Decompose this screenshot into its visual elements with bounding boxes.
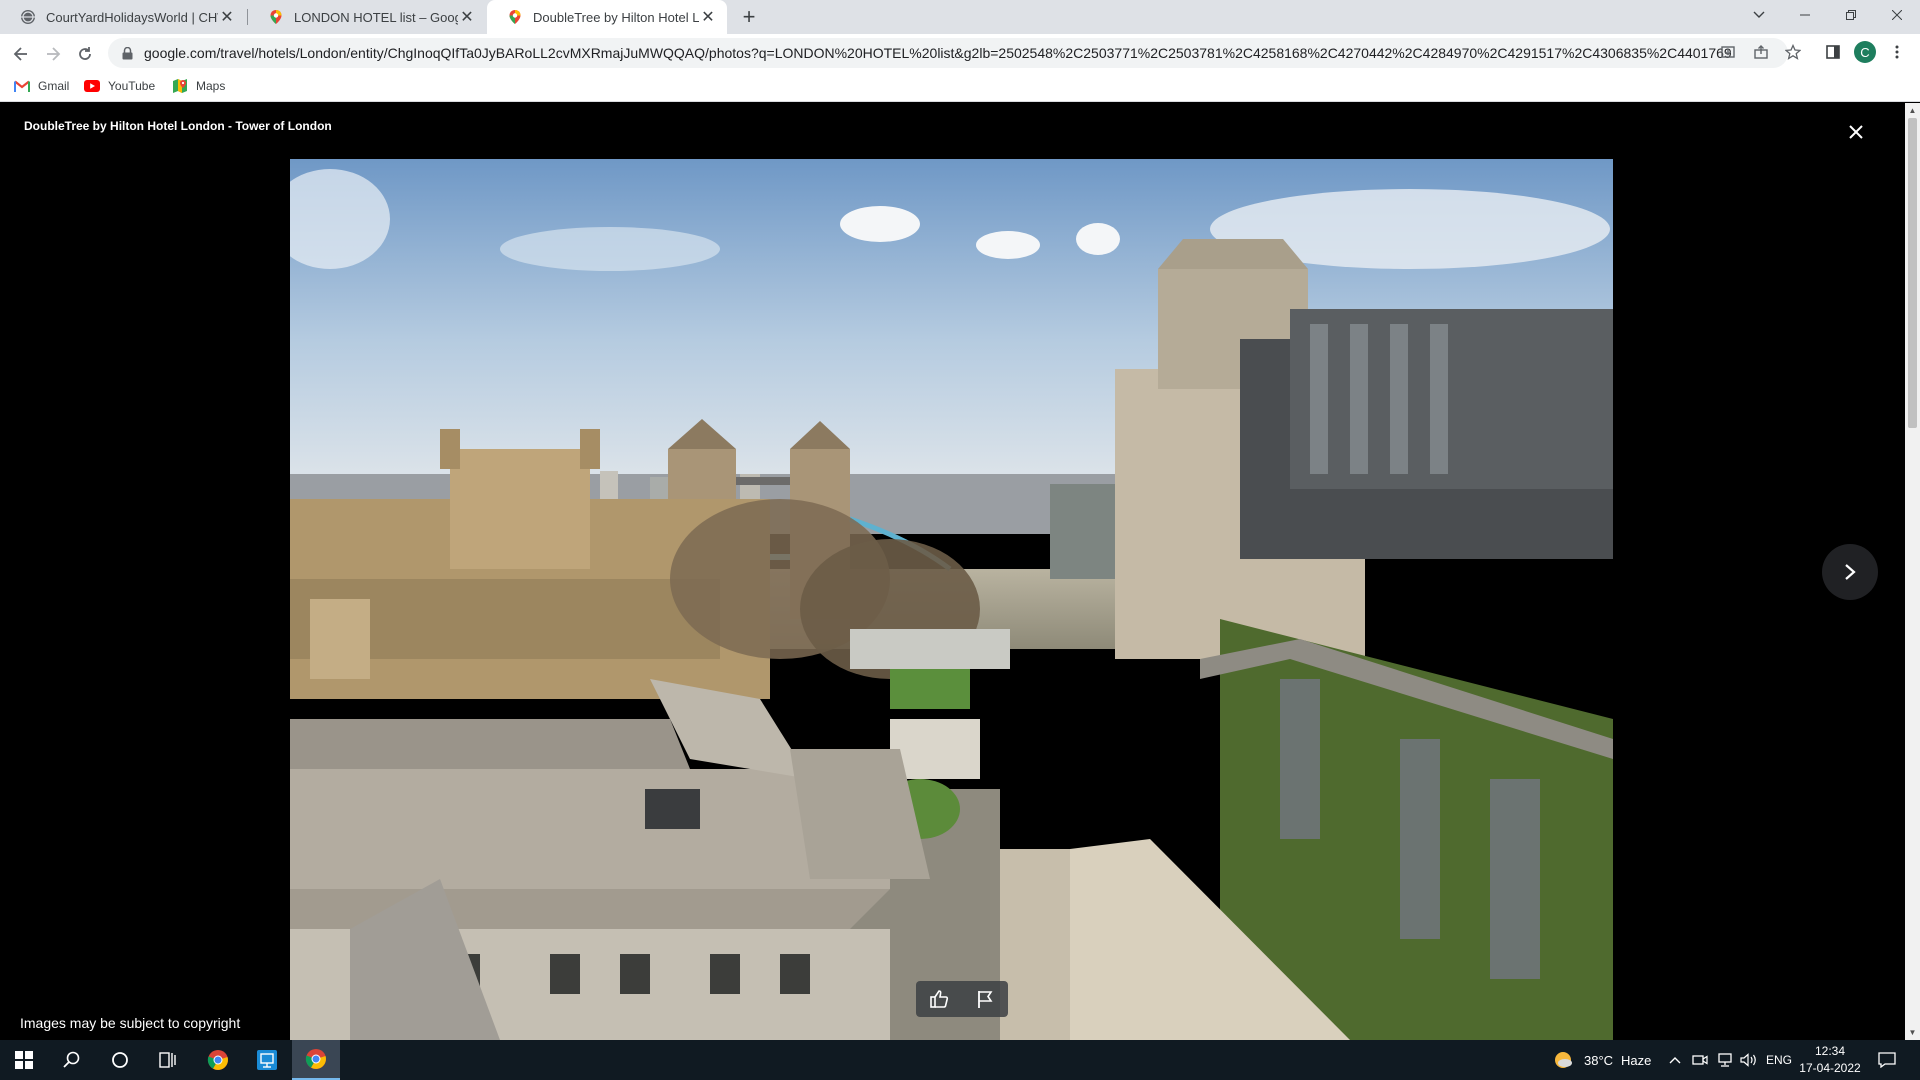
bookmark-maps[interactable]: Maps	[172, 78, 225, 94]
tab-strip: CourtYardHolidaysWorld | CHW ✕ LONDON HO…	[0, 0, 1920, 34]
photo-actions	[916, 981, 1008, 1017]
page-scrollbar[interactable]: ▲ ▼	[1905, 103, 1920, 1040]
flag-icon[interactable]	[971, 985, 999, 1013]
viewer-title: DoubleTree by Hilton Hotel London - Towe…	[24, 119, 332, 133]
restore-icon[interactable]	[1828, 0, 1874, 30]
tab-london-hotel-list[interactable]: LONDON HOTEL list – Google Ho ✕	[248, 0, 486, 34]
chrome-icon[interactable]	[194, 1040, 242, 1080]
volume-icon[interactable]	[1740, 1040, 1758, 1080]
scroll-thumb[interactable]	[1908, 118, 1917, 428]
gmail-icon	[14, 78, 30, 94]
bookmark-star-icon[interactable]	[1782, 41, 1804, 63]
scroll-up-arrow-icon[interactable]: ▲	[1905, 103, 1920, 118]
bookmark-youtube[interactable]: YouTube	[84, 78, 155, 94]
share-icon[interactable]	[1750, 41, 1772, 63]
weather-desc: Haze	[1621, 1052, 1652, 1068]
chrome-active-icon[interactable]	[292, 1040, 340, 1080]
close-tab-icon[interactable]: ✕	[699, 8, 717, 26]
task-view-icon[interactable]	[144, 1040, 192, 1080]
address-bar[interactable]: google.com/travel/hotels/London/entity/C…	[108, 38, 1788, 68]
close-viewer-icon[interactable]	[1843, 119, 1869, 145]
youtube-icon	[84, 78, 100, 94]
bookmark-label: Gmail	[38, 79, 70, 93]
menu-kebab-icon[interactable]	[1886, 41, 1908, 63]
clock-date: 17-04-2022	[1799, 1061, 1861, 1075]
system-clock[interactable]: 12:34 17-04-2022	[1798, 1043, 1862, 1077]
tab-title: LONDON HOTEL list – Google Ho	[294, 9, 458, 25]
tab-search-icon[interactable]	[1736, 0, 1782, 30]
copyright-notice: Images may be subject to copyright	[20, 1015, 241, 1031]
weather-temp: 38°C	[1584, 1052, 1614, 1068]
close-window-icon[interactable]	[1874, 0, 1920, 30]
globe-icon	[20, 9, 36, 25]
reload-icon[interactable]	[72, 41, 98, 67]
weather-sun-icon	[1552, 1049, 1574, 1071]
thumbs-up-icon[interactable]	[925, 985, 953, 1013]
network-app-icon[interactable]	[243, 1040, 291, 1080]
language-indicator[interactable]: ENG	[1766, 1040, 1792, 1080]
google-travel-icon	[268, 9, 284, 25]
notifications-icon[interactable]	[1878, 1040, 1896, 1080]
bookmark-label: YouTube	[108, 79, 156, 93]
weather-widget[interactable]: 38°C Haze	[1552, 1040, 1651, 1080]
tab-doubletree[interactable]: DoubleTree by Hilton Hotel Lond ✕	[487, 0, 727, 34]
search-icon[interactable]	[48, 1040, 96, 1080]
install-app-icon[interactable]	[1717, 41, 1739, 63]
bookmark-label: Maps	[196, 79, 226, 93]
new-tab-button[interactable]: +	[736, 4, 762, 30]
profile-avatar[interactable]: C	[1854, 41, 1876, 63]
maps-icon	[172, 78, 188, 94]
close-tab-icon[interactable]: ✕	[218, 8, 236, 26]
photo-illustration	[290, 159, 1613, 1040]
back-arrow-icon[interactable]	[8, 41, 34, 67]
tab-courtyard[interactable]: CourtYardHolidaysWorld | CHW ✕	[0, 0, 246, 34]
photo-viewer: DoubleTree by Hilton Hotel London - Towe…	[0, 103, 1905, 1040]
bookmark-gmail[interactable]: Gmail	[14, 78, 69, 94]
windows-start-icon[interactable]	[0, 1040, 48, 1080]
meet-now-icon[interactable]	[1692, 1040, 1708, 1080]
browser-toolbar: google.com/travel/hotels/London/entity/C…	[0, 34, 1920, 72]
cortana-icon[interactable]	[96, 1040, 144, 1080]
close-tab-icon[interactable]: ✕	[458, 8, 476, 26]
forward-arrow-icon[interactable]	[40, 41, 66, 67]
google-travel-icon	[507, 9, 523, 25]
url-text: google.com/travel/hotels/London/entity/C…	[144, 45, 1732, 61]
bookmarks-bar: Gmail YouTube Maps	[0, 72, 1920, 102]
side-panel-icon[interactable]	[1822, 41, 1844, 63]
minimize-icon[interactable]	[1782, 0, 1828, 30]
next-photo-button[interactable]	[1822, 544, 1878, 600]
tab-title: CourtYardHolidaysWorld | CHW	[46, 9, 218, 25]
tab-title: DoubleTree by Hilton Hotel Lond	[533, 9, 699, 25]
windows-taskbar: 38°C Haze ENG 12:34 17-04-2022	[0, 1040, 1920, 1080]
hotel-photo	[290, 159, 1613, 1040]
show-hidden-icons-chevron-icon[interactable]	[1669, 1040, 1681, 1080]
lock-icon[interactable]	[120, 46, 134, 60]
network-tray-icon[interactable]	[1716, 1040, 1734, 1080]
chevron-right-icon	[1845, 564, 1856, 580]
clock-time: 12:34	[1814, 1044, 1846, 1058]
scroll-down-arrow-icon[interactable]: ▼	[1905, 1025, 1920, 1040]
